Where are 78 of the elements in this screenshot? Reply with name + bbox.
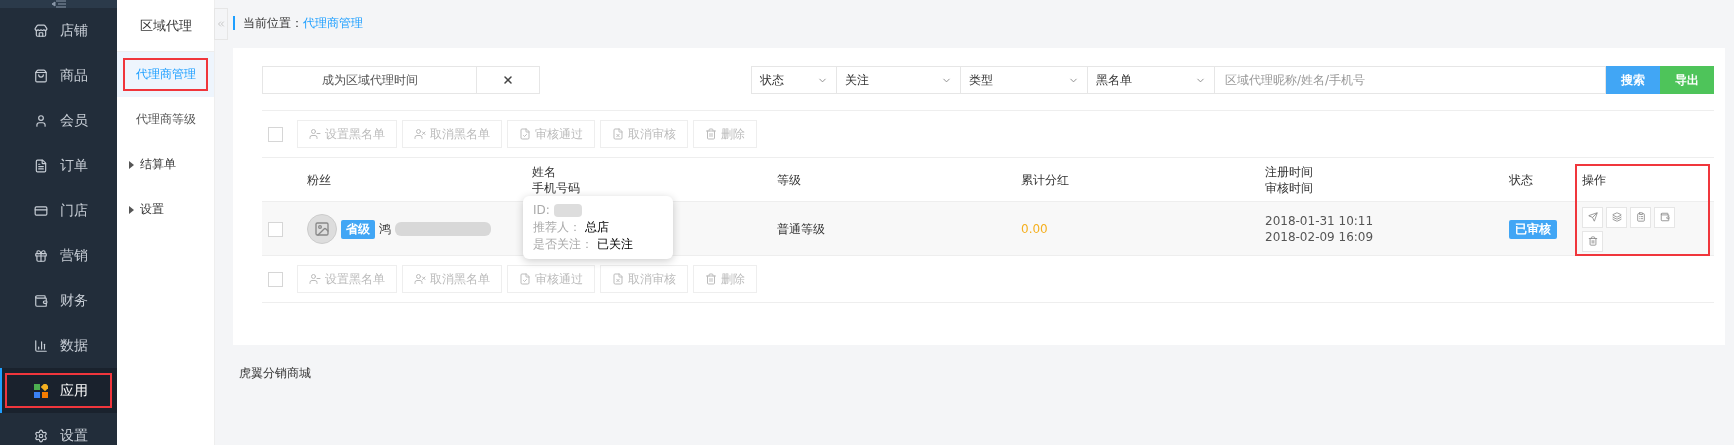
wallet-icon — [1659, 212, 1670, 222]
tooltip-value: 总店 — [585, 219, 609, 236]
column-header: 等级 — [776, 171, 802, 189]
row-action-button[interactable] — [1606, 206, 1627, 228]
app-grid-icon — [34, 383, 48, 398]
user-x-icon — [414, 273, 426, 285]
tooltip-label: 推荐人： — [533, 219, 581, 236]
registered-time: 2018-01-31 10:11 — [1265, 214, 1374, 228]
filter-select[interactable]: 类型 — [960, 66, 1088, 94]
filter-select[interactable]: 状态 — [751, 66, 837, 94]
caret-icon — [129, 160, 134, 169]
fan-name: 鸿 — [379, 220, 391, 238]
sidebar-item[interactable]: 订单 — [0, 143, 117, 188]
select-all-checkbox[interactable] — [268, 126, 283, 142]
clear-button[interactable] — [477, 66, 540, 94]
file-x-icon — [612, 273, 624, 285]
filter-select[interactable]: 关注 — [836, 66, 961, 94]
close-icon — [502, 74, 514, 86]
sidebar-item[interactable]: 门店 — [0, 188, 117, 233]
column-header: 注册时间 审核时间 — [1264, 163, 1314, 197]
column-header: 姓名 手机号码 — [531, 163, 581, 197]
sidebar-item[interactable]: 应用 — [0, 368, 117, 413]
footer-text: 虎翼分销商城 — [238, 365, 312, 382]
file-check-icon — [519, 128, 531, 140]
select-all-checkbox[interactable] — [268, 271, 283, 287]
date-field[interactable]: 成为区域代理时间 — [262, 66, 477, 94]
file-check-icon — [519, 273, 531, 285]
column-header: 粉丝 — [306, 171, 332, 189]
user-x-icon — [414, 128, 426, 140]
collapse-button[interactable] — [214, 8, 228, 40]
sidebar-item[interactable]: 财务 — [0, 278, 117, 323]
settings-icon — [34, 428, 48, 443]
row-action-button[interactable] — [1582, 230, 1603, 252]
send-icon — [1587, 212, 1598, 222]
breadcrumb-label: 当前位置： — [243, 14, 303, 32]
trash-icon — [705, 273, 717, 285]
wallet-icon — [34, 293, 48, 308]
dividend-amount: 0.00 — [1021, 222, 1048, 236]
tooltip-value: 已关注 — [597, 236, 633, 253]
grade-text: 普通等级 — [777, 220, 825, 238]
card-icon — [34, 203, 48, 218]
collapse-icon — [216, 19, 226, 29]
sidebar-item[interactable]: 会员 — [0, 98, 117, 143]
user-icon — [34, 113, 48, 128]
filter-select[interactable]: 黑名单 — [1087, 66, 1215, 94]
row-action-button[interactable] — [1654, 206, 1675, 228]
submenu-group[interactable]: 设置 — [117, 187, 214, 232]
image-icon — [314, 221, 330, 237]
sidebar-item[interactable]: 商品 — [0, 53, 117, 98]
reviewed-time: 2018-02-09 16:09 — [1265, 230, 1374, 244]
store-icon — [34, 23, 48, 38]
menu-collapse-icon[interactable] — [51, 0, 66, 8]
column-header: 累计分红 — [1020, 171, 1070, 189]
trash-icon — [1587, 236, 1598, 246]
layers-icon — [1611, 212, 1622, 222]
column-header: 状态 — [1508, 171, 1534, 189]
column-header: 操作 — [1581, 171, 1607, 189]
clipboard-icon — [1635, 212, 1646, 222]
file-x-icon — [612, 128, 624, 140]
user-minus-icon — [309, 128, 321, 140]
gift-icon — [34, 248, 48, 263]
submenu-group[interactable]: 结算单 — [117, 142, 214, 187]
search-field[interactable]: 区域代理昵称/姓名/手机号 — [1214, 66, 1606, 94]
bar-chart-icon — [34, 338, 48, 353]
user-minus-icon — [309, 273, 321, 285]
sidebar-item[interactable]: 设置 — [0, 413, 117, 445]
sidebar-item[interactable]: 店铺 — [0, 8, 117, 53]
bag-icon — [34, 68, 48, 83]
sidebar-item[interactable]: 数据 — [0, 323, 117, 368]
tooltip-label: 是否关注： — [533, 236, 593, 253]
row-action-button[interactable] — [1630, 206, 1651, 228]
trash-icon — [705, 128, 717, 140]
row-action-button[interactable] — [1582, 206, 1603, 228]
blurred-id — [553, 204, 582, 217]
document-icon — [34, 158, 48, 173]
tooltip-label: ID: — [533, 202, 550, 219]
caret-icon — [129, 205, 134, 214]
sidebar-item[interactable]: 营销 — [0, 233, 117, 278]
